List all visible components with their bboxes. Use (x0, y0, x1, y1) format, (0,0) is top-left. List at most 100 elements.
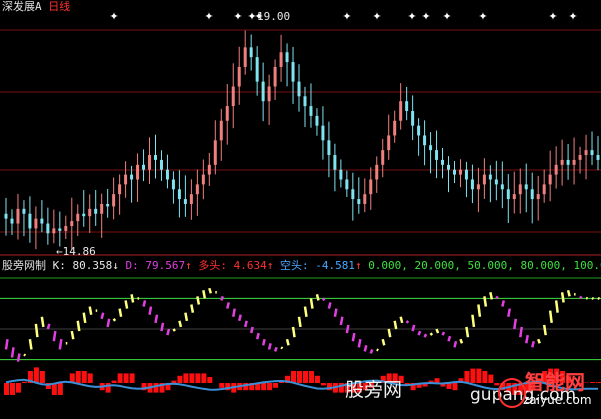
k-value: K: 80.358 (53, 259, 113, 272)
candle-body (477, 184, 480, 189)
candle-body (34, 219, 37, 229)
candle-body (405, 101, 408, 111)
candle-body (399, 101, 402, 121)
histogram-bar (16, 383, 21, 393)
watermark-brand: 智能网 (525, 366, 585, 395)
kd-ribbon-segment (544, 325, 546, 335)
candle-body (262, 82, 265, 102)
kd-ribbon-segment (484, 296, 486, 306)
candle-body (429, 145, 432, 150)
candle-body (333, 155, 336, 170)
kd-ribbon-segment (185, 313, 187, 321)
kd-ribbon-segment (419, 331, 421, 335)
histogram-bar (88, 373, 93, 383)
candle-body (471, 179, 474, 189)
candle-body (303, 96, 306, 106)
histogram-bar (112, 381, 117, 383)
k-arrow-icon: ↓ (112, 259, 119, 272)
candle-body (130, 175, 133, 180)
candle-body (465, 170, 468, 180)
kd-ribbon-segment (532, 341, 534, 347)
kd-ribbon-segment (466, 327, 468, 337)
kd-ribbon-segment (126, 300, 128, 308)
candle-body (142, 165, 145, 170)
histogram-bar (297, 371, 302, 383)
kd-ribbon-segment (347, 325, 349, 333)
top-header: 深发展A 日线 (2, 0, 70, 13)
kd-ribbon-segment (335, 309, 337, 317)
candle-body (483, 175, 486, 185)
kd-ribbon-segment (227, 302, 229, 308)
candle-body (202, 175, 205, 185)
kd-ribbon-segment (437, 329, 439, 333)
kd-ribbon-segment (425, 334, 427, 337)
kd-ribbon-segment (144, 300, 146, 306)
kd-ribbon-segment (550, 311, 552, 323)
kd-ribbon-segment (562, 292, 564, 302)
star-marker: ✦ (372, 10, 381, 23)
kd-ribbon-segment (84, 313, 86, 323)
candle-body (118, 184, 121, 194)
low-price-label: ←14.86 (56, 245, 96, 258)
histogram-bar (291, 371, 296, 383)
candle-body (172, 179, 175, 189)
kd-ribbon-segment (197, 296, 199, 304)
kd-ribbon-segment (167, 329, 169, 335)
candle-body (549, 175, 552, 185)
candle-body (321, 126, 324, 141)
candle-body (459, 170, 462, 175)
candle-body (28, 214, 31, 229)
candle-body (501, 184, 504, 189)
candle-body (124, 175, 127, 185)
kd-ribbon-segment (508, 309, 510, 317)
candle-body (393, 121, 396, 136)
kd-ribbon-segment (102, 313, 104, 319)
histogram-bar (315, 376, 320, 383)
histogram-bar (482, 371, 487, 383)
kd-ribbon-segment (556, 300, 558, 312)
kd-ribbon-segment (209, 288, 211, 293)
candle-body (453, 170, 456, 175)
candle-body (315, 116, 318, 126)
candle-body (178, 189, 181, 199)
histogram-bar (261, 383, 266, 390)
histogram-bar (34, 367, 39, 383)
kd-ribbon-segment (293, 327, 295, 337)
kd-ribbon-segment (305, 307, 307, 317)
kd-ribbon-segment (132, 294, 134, 302)
kd-ribbon-segment (221, 296, 223, 300)
candle-body (519, 184, 522, 194)
candle-body (339, 170, 342, 180)
candle-body (597, 155, 600, 160)
kd-ribbon-segment (233, 309, 235, 317)
histogram-bar (58, 383, 63, 395)
candle-body (268, 87, 271, 102)
histogram-bar (596, 382, 601, 383)
candle-body (298, 82, 301, 97)
candle-body (46, 224, 49, 234)
candle-body (369, 179, 372, 194)
star-marker: ✦ (233, 10, 242, 23)
candle-body (447, 165, 450, 170)
kd-ribbon-segment (413, 325, 415, 331)
kd-ribbon-segment (191, 305, 193, 313)
candle-body (226, 106, 229, 121)
candle-body (196, 184, 199, 194)
candle-body (513, 194, 516, 199)
kd-ribbon-segment (568, 290, 570, 296)
kd-ribbon-segment (269, 343, 271, 349)
star-marker: ✦ (407, 10, 416, 23)
star-marker: ✦ (109, 10, 118, 23)
histogram-bar (201, 373, 206, 383)
kd-ribbon-segment (353, 333, 355, 341)
histogram-bar (82, 371, 87, 383)
kd-ribbon-segment (299, 317, 301, 327)
candle-body (100, 204, 103, 214)
kd-ribbon-segment (155, 315, 157, 323)
histogram-bar (488, 375, 493, 383)
candle-body (256, 57, 259, 81)
candle-body (5, 214, 8, 219)
watermark-url: zaiyue.com (523, 393, 592, 407)
kd-ribbon-segment (30, 339, 32, 349)
kd-ribbon-segment (407, 321, 409, 323)
